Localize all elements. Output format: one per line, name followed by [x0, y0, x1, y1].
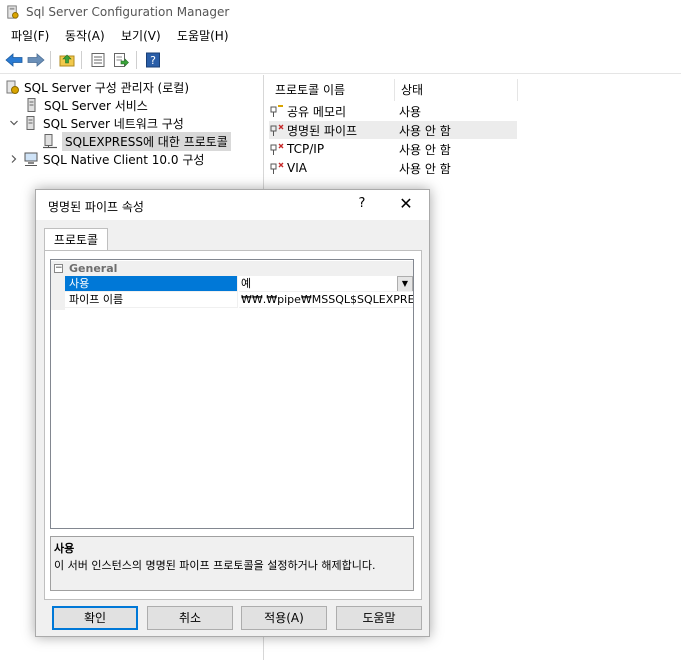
description-text: 이 서버 인스턴스의 명명된 파이프 프로토콜을 설정하거나 해제합니다.	[54, 559, 376, 572]
protocol-status: 사용 안 함	[399, 123, 451, 138]
export-list-button[interactable]	[112, 51, 130, 69]
tree-item-sql-server-services[interactable]: SQL Server 서비스	[24, 96, 148, 114]
protocol-icon	[270, 124, 284, 136]
tree-item-network-config[interactable]: SQL Server 네트워크 구성	[8, 114, 184, 132]
protocol-row-tcpip[interactable]: TCP/IP 사용 안 함	[269, 140, 517, 158]
protocol-icon	[270, 143, 284, 155]
protocol-name: 명명된 파이프	[287, 123, 358, 138]
description-title: 사용	[54, 542, 75, 555]
ok-button[interactable]: 확인	[52, 606, 138, 630]
chevron-down-icon[interactable]	[8, 117, 20, 129]
tree-item-label: SQLEXPRESS에 대한 프로토콜	[62, 131, 231, 151]
dialog-title: 명명된 파이프 속성	[48, 200, 144, 214]
named-pipes-properties-dialog: 명명된 파이프 속성 ? ✕ 프로토콜 − General 사용 예 ▼ 파이프…	[35, 189, 430, 637]
dialog-titlebar: 명명된 파이프 속성 ? ✕	[36, 190, 429, 220]
tree-item-label: SQL Native Client 10.0 구성	[43, 152, 205, 167]
property-name: 파이프 이름	[65, 292, 238, 308]
tree-item-native-client[interactable]: SQL Native Client 10.0 구성	[8, 150, 204, 168]
properties-icon	[91, 53, 105, 67]
collapse-icon[interactable]: −	[54, 264, 63, 273]
dialog-close-button[interactable]: ✕	[396, 194, 416, 213]
category-label: General	[69, 262, 118, 275]
property-value-text: 예	[241, 277, 252, 290]
svg-text:?: ?	[150, 54, 156, 67]
toolbar: ?	[0, 46, 681, 74]
forward-arrow-icon	[27, 53, 45, 67]
tree-root[interactable]: SQL Server 구성 관리자 (로컬)	[4, 78, 189, 96]
protocol-server-icon	[43, 134, 57, 149]
property-description-box: 사용 이 서버 인스턴스의 명명된 파이프 프로토콜을 설정하거나 해제합니다.	[50, 536, 414, 591]
column-divider	[517, 79, 518, 101]
apply-button[interactable]: 적용(A)	[241, 606, 327, 630]
server-icon	[27, 98, 36, 112]
toolbar-separator	[50, 51, 51, 69]
property-row-pipe-name[interactable]: 파이프 이름 ₩₩.₩pipe₩MSSQL$SQLEXPRESS₩	[65, 292, 413, 308]
protocol-status: 사용 안 함	[399, 142, 451, 157]
server-icon	[26, 116, 35, 130]
sql-config-manager-icon	[7, 5, 19, 19]
property-value-enabled[interactable]: 예 ▼	[239, 276, 413, 292]
property-grid: − General 사용 예 ▼ 파이프 이름 ₩₩.₩pipe₩MSSQL$S…	[50, 259, 414, 529]
help-button[interactable]: ?	[144, 51, 162, 69]
tree-item-sqlexpress-protocols[interactable]: SQLEXPRESS에 대한 프로토콜	[42, 131, 231, 151]
protocol-row-via[interactable]: VIA 사용 안 함	[269, 159, 517, 177]
dialog-help-button[interactable]: ?	[354, 196, 370, 211]
toolbar-separator	[81, 51, 82, 69]
chevron-right-icon[interactable]	[8, 153, 20, 165]
property-category-general[interactable]: − General	[51, 261, 413, 276]
chevron-down-icon[interactable]: ▼	[397, 276, 413, 291]
back-button[interactable]	[5, 51, 23, 69]
help-icon: ?	[146, 52, 160, 68]
protocol-name: TCP/IP	[287, 142, 325, 156]
properties-button[interactable]	[89, 51, 107, 69]
help-button[interactable]: 도움말	[336, 606, 422, 630]
tree-item-label: SQL Server 서비스	[44, 98, 148, 113]
export-icon	[114, 53, 129, 67]
protocol-status: 사용	[399, 104, 422, 119]
column-header-protocol-name[interactable]: 프로토콜 이름	[269, 79, 393, 101]
menu-view[interactable]: 보기(V)	[117, 27, 165, 44]
property-value-pipe-name[interactable]: ₩₩.₩pipe₩MSSQL$SQLEXPRESS₩	[239, 292, 413, 308]
protocol-name: VIA	[287, 161, 307, 175]
forward-button[interactable]	[27, 51, 45, 69]
client-computer-icon	[24, 152, 38, 166]
menu-bar: 파일(F) 동작(A) 보기(V) 도움말(H)	[0, 24, 681, 46]
protocol-status: 사용 안 함	[399, 161, 451, 176]
tree-item-label: SQL Server 네트워크 구성	[43, 116, 184, 131]
tab-protocol[interactable]: 프로토콜	[44, 228, 108, 251]
tab-panel: − General 사용 예 ▼ 파이프 이름 ₩₩.₩pipe₩MSSQL$S…	[44, 250, 422, 600]
column-header-status[interactable]: 상태	[394, 79, 518, 101]
cancel-button[interactable]: 취소	[147, 606, 233, 630]
protocol-row-shared-memory[interactable]: 공유 메모리 사용	[269, 102, 517, 120]
grid-margin-strip	[51, 276, 65, 310]
property-row-enabled[interactable]: 사용 예 ▼	[65, 276, 413, 292]
protocol-row-named-pipes[interactable]: 명명된 파이프 사용 안 함	[269, 121, 517, 139]
property-name: 사용	[65, 276, 238, 292]
tree-root-label: SQL Server 구성 관리자 (로컬)	[24, 80, 190, 95]
protocol-icon	[270, 162, 284, 174]
sql-config-manager-icon	[6, 80, 19, 94]
menu-action[interactable]: 동작(A)	[61, 27, 109, 44]
back-arrow-icon	[5, 53, 23, 67]
up-folder-button[interactable]	[58, 51, 76, 69]
up-folder-icon	[59, 54, 75, 67]
window-title: Sql Server Configuration Manager	[26, 5, 230, 19]
menu-help[interactable]: 도움말(H)	[173, 27, 233, 44]
menu-file[interactable]: 파일(F)	[7, 27, 53, 44]
window-titlebar: Sql Server Configuration Manager	[0, 0, 681, 24]
protocol-icon	[270, 105, 283, 117]
toolbar-separator	[136, 51, 137, 69]
protocol-name: 공유 메모리	[287, 104, 347, 119]
